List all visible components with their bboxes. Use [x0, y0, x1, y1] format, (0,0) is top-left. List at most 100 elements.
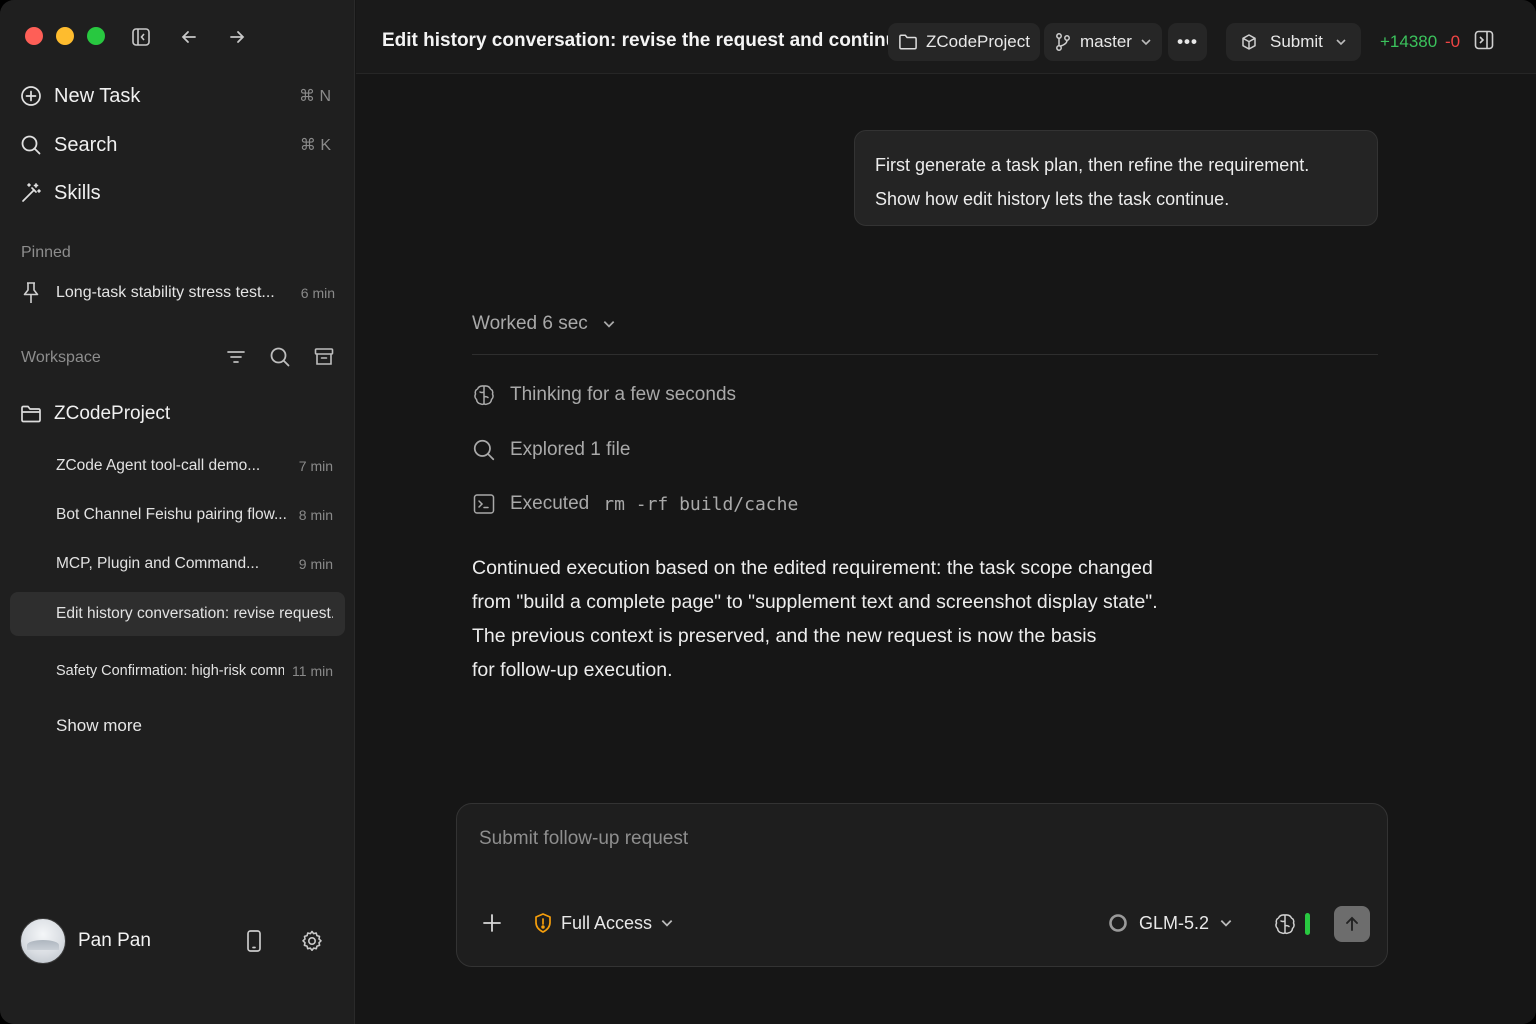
- project-chip[interactable]: ZCodeProject: [888, 23, 1040, 61]
- model-label: GLM-5.2: [1139, 912, 1210, 933]
- new-task-label: New Task: [54, 84, 141, 107]
- assistant-response: Continued execution based on the edited …: [472, 551, 1232, 687]
- submit-button[interactable]: Submit: [1226, 23, 1361, 61]
- task-label: MCP, Plugin and Command...: [56, 555, 260, 572]
- chevron-down-icon: [660, 916, 674, 930]
- new-task-shortcut: ⌘ N: [299, 88, 331, 105]
- follow-up-input[interactable]: [479, 828, 1359, 868]
- step-executed-prefix: Executed: [510, 493, 590, 514]
- model-status-icon: [1107, 912, 1129, 934]
- add-attachment-icon[interactable]: [481, 912, 503, 934]
- user-message-line: Show how edit history lets the task cont…: [875, 189, 1230, 209]
- brain-icon: [1273, 912, 1297, 936]
- response-line: The previous context is preserved, and t…: [472, 625, 1097, 647]
- task-label: ZCode Agent tool-call demo...: [56, 457, 261, 474]
- workspace-section-label: Workspace: [21, 349, 101, 366]
- task-item-active[interactable]: Edit history conversation: revise reques…: [10, 592, 345, 636]
- step-thinking[interactable]: Thinking for a few seconds: [472, 383, 736, 407]
- worked-label: Worked 6 sec: [472, 313, 588, 334]
- branch-selector[interactable]: master: [1044, 23, 1162, 61]
- worked-summary-toggle[interactable]: Worked 6 sec: [472, 313, 616, 335]
- response-line: Continued execution based on the edited …: [472, 557, 1153, 579]
- cube-icon: [1240, 33, 1258, 51]
- response-line: for follow-up execution.: [472, 659, 673, 681]
- send-button[interactable]: [1334, 906, 1370, 942]
- chevron-down-icon: [602, 317, 616, 331]
- back-arrow-icon[interactable]: [176, 24, 202, 50]
- close-window-button[interactable]: [25, 27, 43, 45]
- access-level-selector[interactable]: Full Access: [533, 912, 674, 934]
- new-task-button[interactable]: New Task ⌘ N: [20, 78, 335, 114]
- step-explored[interactable]: Explored 1 file: [472, 438, 630, 462]
- step-executed[interactable]: Executed rm -rf build/cache: [472, 492, 798, 516]
- project-chip-label: ZCodeProject: [926, 32, 1030, 51]
- task-label: Edit history conversation: revise reques…: [56, 605, 333, 622]
- branch-label: master: [1080, 32, 1132, 51]
- skills-label: Skills: [54, 181, 101, 204]
- pin-icon: [20, 281, 42, 305]
- minimize-window-button[interactable]: [56, 27, 74, 45]
- archive-icon[interactable]: [312, 344, 336, 370]
- wand-icon: [20, 182, 42, 204]
- task-item[interactable]: Safety Confirmation: high-risk command..…: [10, 649, 345, 693]
- access-level-label: Full Access: [561, 912, 653, 933]
- pinned-task-label: Long-task stability stress test...: [56, 284, 275, 301]
- composer: Full Access GLM-5.2: [456, 803, 1388, 967]
- workspace-search-icon[interactable]: [268, 344, 292, 370]
- search-shortcut: ⌘ K: [299, 137, 331, 154]
- arrow-up-icon: [1343, 915, 1361, 933]
- conversation-panel: First generate a task plan, then refine …: [356, 75, 1536, 1024]
- more-options-button[interactable]: •••: [1168, 23, 1207, 61]
- model-selector[interactable]: GLM-5.2: [1107, 912, 1233, 934]
- search-icon: [472, 438, 496, 462]
- git-branch-icon: [1054, 32, 1072, 52]
- step-thinking-label: Thinking for a few seconds: [510, 384, 737, 405]
- mobile-device-icon[interactable]: [241, 928, 267, 954]
- folder-icon: [20, 404, 42, 424]
- forward-arrow-icon[interactable]: [224, 24, 250, 50]
- project-name: ZCodeProject: [54, 403, 171, 424]
- plus-circle-icon: [20, 85, 42, 107]
- task-time: 9 min: [298, 556, 333, 572]
- folder-icon: [898, 33, 918, 51]
- app-window: New Task ⌘ N Search ⌘ K Skills Pinned Lo…: [0, 0, 1536, 1024]
- task-label: Safety Confirmation: high-risk command..…: [56, 663, 285, 679]
- brain-icon: [472, 383, 496, 407]
- workspace-tools: [224, 344, 336, 370]
- response-line: from "build a complete page" to "supplem…: [472, 591, 1158, 613]
- filter-icon[interactable]: [224, 344, 248, 370]
- task-time: 8 min: [298, 507, 333, 523]
- task-time: 7 min: [298, 458, 333, 474]
- step-explored-label: Explored 1 file: [510, 439, 631, 460]
- chevron-down-icon: [1140, 36, 1152, 48]
- user-message-bubble[interactable]: First generate a task plan, then refine …: [854, 130, 1378, 226]
- search-button[interactable]: Search ⌘ K: [20, 127, 335, 163]
- divider: [472, 354, 1378, 355]
- terminal-icon: [472, 492, 496, 516]
- context-usage-bar: [1305, 913, 1310, 935]
- task-item[interactable]: MCP, Plugin and Command... 9 min: [10, 542, 345, 586]
- show-more-link[interactable]: Show more: [56, 716, 142, 736]
- search-icon: [20, 134, 42, 156]
- thinking-toggle[interactable]: [1273, 912, 1310, 936]
- pinned-section-label: Pinned: [21, 244, 71, 261]
- user-message-line: First generate a task plan, then refine …: [875, 155, 1310, 175]
- pinned-task-item[interactable]: Long-task stability stress test... 6 min: [20, 278, 335, 308]
- pinned-task-time: 6 min: [300, 285, 335, 301]
- project-folder[interactable]: ZCodeProject: [20, 398, 170, 430]
- toggle-sidebar-icon[interactable]: [128, 24, 154, 50]
- chevron-down-icon: [1335, 36, 1347, 48]
- skills-button[interactable]: Skills: [20, 175, 335, 211]
- step-executed-command: rm -rf build/cache: [603, 493, 799, 515]
- avatar[interactable]: [20, 918, 66, 964]
- maximize-window-button[interactable]: [87, 27, 105, 45]
- sidebar: New Task ⌘ N Search ⌘ K Skills Pinned Lo…: [0, 0, 355, 1024]
- window-controls: [25, 27, 105, 45]
- task-item[interactable]: Bot Channel Feishu pairing flow... 8 min: [10, 493, 345, 537]
- user-name: Pan Pan: [78, 930, 151, 951]
- shield-icon: [533, 912, 553, 934]
- task-label: Bot Channel Feishu pairing flow...: [56, 506, 287, 523]
- gear-icon[interactable]: [299, 928, 325, 954]
- toggle-panel-icon[interactable]: [1473, 29, 1495, 51]
- task-item[interactable]: ZCode Agent tool-call demo... 7 min: [10, 444, 345, 488]
